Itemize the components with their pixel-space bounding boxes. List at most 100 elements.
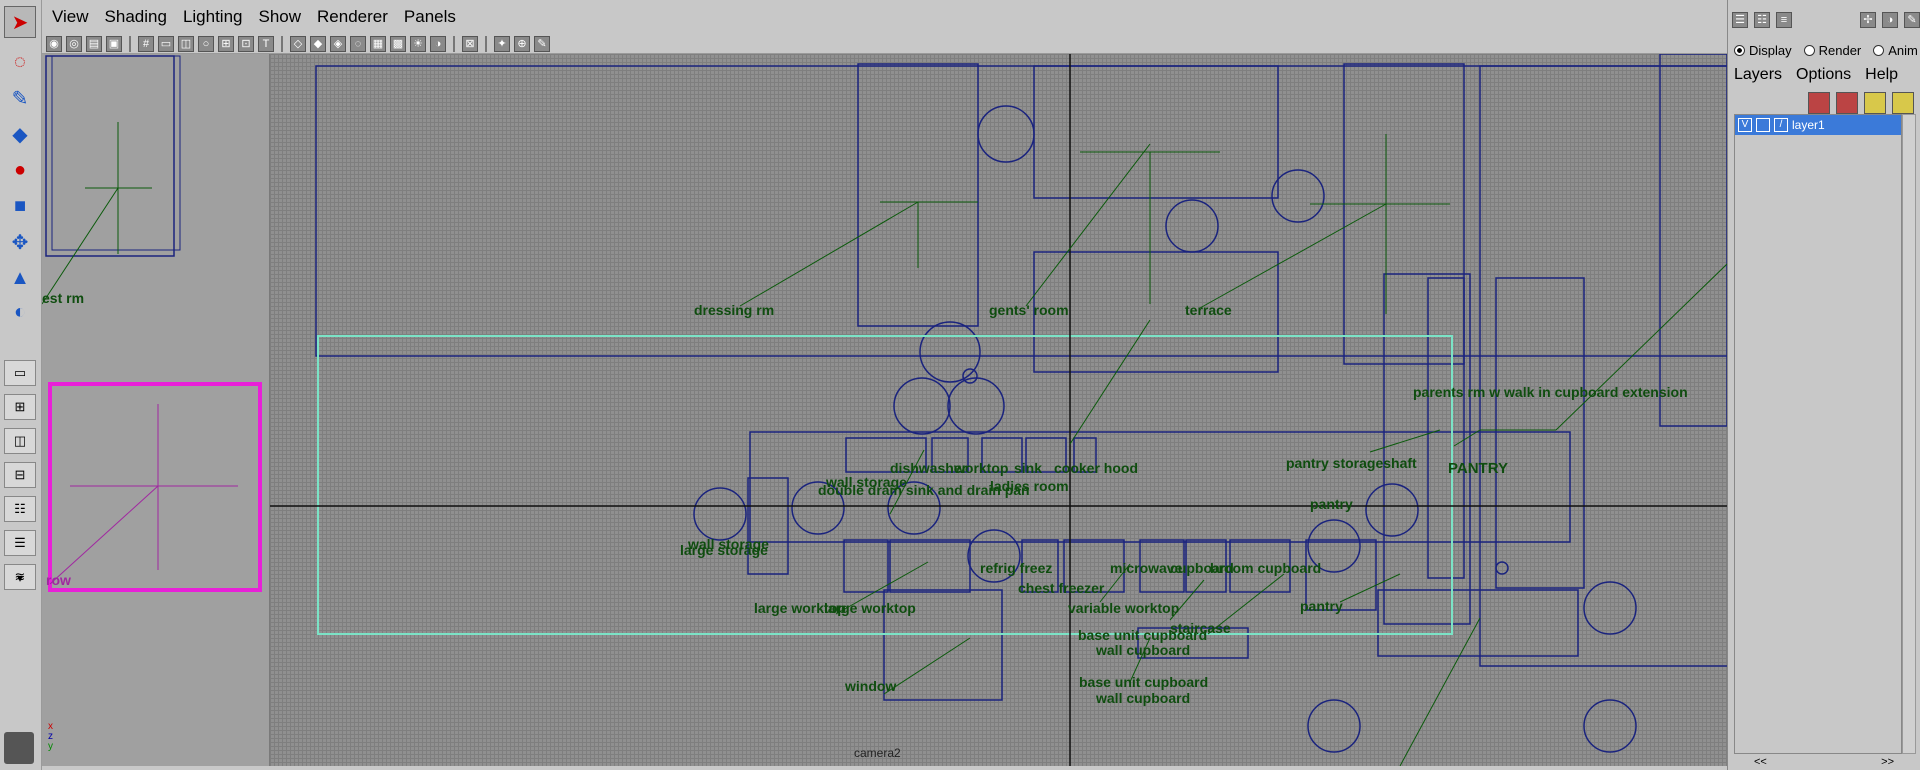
- grid-icon[interactable]: #: [138, 35, 154, 52]
- field-chart-icon[interactable]: ⊞: [218, 35, 234, 52]
- label-pantry-storageshaft: pantry storageshaft: [1286, 455, 1417, 471]
- single-pane-layout-icon[interactable]: ▭: [4, 360, 36, 386]
- outliner-layout-icon[interactable]: ☰: [4, 530, 36, 556]
- nav-right-button[interactable]: >>: [1881, 756, 1894, 770]
- xray-joints-icon[interactable]: ✦: [494, 35, 510, 52]
- layer-editor-icon[interactable]: ☷: [1754, 12, 1770, 28]
- soft-mod-icon[interactable]: ▲: [4, 262, 36, 294]
- anim-radio-label: Anim: [1888, 42, 1918, 58]
- menu-help[interactable]: Help: [1865, 66, 1898, 84]
- display-options-icon[interactable]: ◑: [1882, 12, 1898, 28]
- maya-window: ➤ ◌ ✎ ◆ ● ■ ✥ ▲ ◐ ▭ ⊞ ◫ ⊟ ☷ ☰ ≋ ▾ View S…: [0, 0, 1920, 770]
- label-pantry: pantry: [1310, 496, 1353, 512]
- layer-nav: << >>: [1734, 756, 1914, 770]
- viewport-menubar: View Shading Lighting Show Renderer Pane…: [42, 0, 1727, 34]
- layout-dropdown-icon[interactable]: ▾: [4, 566, 36, 590]
- circle-15: [1583, 699, 1637, 753]
- menu-renderer[interactable]: Renderer: [309, 7, 396, 27]
- wireframe-icon[interactable]: ◇: [290, 35, 306, 52]
- film-gate-icon[interactable]: ▭: [158, 35, 174, 52]
- layer-color-swatch-icon[interactable]: /: [1774, 118, 1788, 132]
- layer-scrollbar[interactable]: [1902, 114, 1916, 754]
- move-layer-up-icon[interactable]: [1808, 92, 1830, 114]
- bookmark-icon[interactable]: ▤: [86, 35, 102, 52]
- rotate-tool-icon[interactable]: ●: [4, 154, 36, 186]
- persp-graph-layout-icon[interactable]: ⊟: [4, 462, 36, 488]
- pin-icon[interactable]: ✎: [1904, 12, 1920, 28]
- xray-icon[interactable]: ◌: [350, 35, 366, 52]
- worktop-box-6: [843, 539, 889, 593]
- new-empty-layer-icon[interactable]: [1864, 92, 1886, 114]
- default-material-icon[interactable]: ▦: [370, 35, 386, 52]
- layer-row[interactable]: V / layer1: [1735, 115, 1901, 135]
- layer-visibility-toggle[interactable]: V: [1738, 118, 1752, 132]
- label-wall-cupboard-1: wall cupboard: [1096, 642, 1191, 658]
- image-plane-icon[interactable]: ▣: [106, 35, 122, 52]
- move-layer-down-icon[interactable]: [1836, 92, 1858, 114]
- scale-tool-icon[interactable]: ■: [4, 190, 36, 222]
- paint-fx-icon[interactable]: ✢: [1860, 12, 1876, 28]
- safe-action-icon[interactable]: ⊡: [238, 35, 254, 52]
- safe-title-icon[interactable]: T: [258, 35, 274, 52]
- universal-manip-icon[interactable]: ✥: [4, 226, 36, 258]
- ao-icon[interactable]: ⊕: [514, 35, 530, 52]
- menu-view[interactable]: View: [44, 7, 97, 27]
- lasso-tool-icon[interactable]: ◌: [4, 46, 36, 78]
- render-radio[interactable]: [1803, 44, 1815, 56]
- menu-layers[interactable]: Layers: [1734, 66, 1782, 84]
- anti-alias-icon[interactable]: ✎: [534, 35, 550, 52]
- floorplan-drawing: [270, 54, 1727, 766]
- wireframe-on-shaded-icon[interactable]: ◈: [330, 35, 346, 52]
- maya-logo-icon: [4, 732, 34, 764]
- gents-arrow: [1025, 143, 1151, 307]
- label-gents-room: gents' room: [989, 302, 1069, 318]
- label-dressing-rm: dressing rm: [694, 302, 775, 318]
- camera-thumbnails-panel: est rm row x z y: [41, 54, 270, 766]
- nav-left-button[interactable]: <<: [1754, 756, 1767, 770]
- gate-mask-icon[interactable]: ○: [198, 35, 214, 52]
- show-manip-icon[interactable]: ◐: [4, 296, 36, 328]
- menu-shading[interactable]: Shading: [97, 7, 175, 27]
- lighting-icon[interactable]: ☀: [410, 35, 426, 52]
- move-tool-icon[interactable]: ◆: [4, 118, 36, 150]
- toolbox: ➤ ◌ ✎ ◆ ● ■ ✥ ▲ ◐ ▭ ⊞ ◫ ⊟ ☷ ☰ ≋ ▾: [0, 0, 42, 770]
- new-layer-selected-icon[interactable]: [1892, 92, 1914, 114]
- smooth-shade-icon[interactable]: ◆: [310, 35, 326, 52]
- label-base-unit-cupboard-2: base unit cupboard: [1079, 674, 1209, 690]
- isolate-select-icon[interactable]: ⊠: [462, 35, 478, 52]
- shadows-icon[interactable]: ◑: [430, 35, 446, 52]
- menu-lighting[interactable]: Lighting: [175, 7, 251, 27]
- layer-playback-toggle[interactable]: [1756, 118, 1770, 132]
- label-large-worktop-2: large worktop: [824, 600, 916, 616]
- channel-box-icon[interactable]: ☰: [1732, 12, 1748, 28]
- lower-right-box: [1377, 589, 1579, 657]
- ladies-arrow: [1069, 319, 1151, 445]
- side-by-side-layout-icon[interactable]: ◫: [4, 428, 36, 454]
- terrace-outline: [1343, 63, 1465, 365]
- orthographic-viewport[interactable]: dressing rm gents' room terrace parents …: [270, 54, 1727, 766]
- attribute-editor-icon[interactable]: ≡: [1776, 12, 1792, 28]
- label-cooker-hood: cooker hood: [1054, 460, 1139, 476]
- menu-show[interactable]: Show: [251, 7, 310, 27]
- label-variable-worktop: variable worktop: [1068, 600, 1180, 616]
- select-tool-icon[interactable]: ➤: [4, 6, 36, 38]
- pantry-lower-arrow: [1339, 573, 1401, 603]
- layer-menubar: Layers Options Help: [1728, 66, 1920, 84]
- panel-toolbar: ◉ ◎ ▤ ▣ # ▭ ◫ ○ ⊞ ⊡ T ◇ ◆ ◈ ◌ ▦ ▩ ☀ ◑ ⊠ …: [42, 34, 1727, 54]
- display-radio[interactable]: [1734, 44, 1745, 56]
- label-terrace: terrace: [1185, 302, 1232, 318]
- pantry-column: [1427, 277, 1465, 579]
- four-pane-layout-icon[interactable]: ⊞: [4, 394, 36, 420]
- menu-options[interactable]: Options: [1796, 66, 1851, 84]
- circle-13: [1583, 581, 1637, 635]
- parents-arrow: [1555, 263, 1727, 431]
- textured-icon[interactable]: ▩: [390, 35, 406, 52]
- anim-radio[interactable]: [1873, 44, 1885, 56]
- paint-select-icon[interactable]: ✎: [4, 82, 36, 114]
- resolution-gate-icon[interactable]: ◫: [178, 35, 194, 52]
- select-camera-icon[interactable]: ◉: [46, 35, 62, 52]
- display-mode-radios: Display Render Anim: [1728, 40, 1920, 60]
- camera-attributes-icon[interactable]: ◎: [66, 35, 82, 52]
- hypershade-layout-icon[interactable]: ☷: [4, 496, 36, 522]
- menu-panels[interactable]: Panels: [396, 7, 464, 27]
